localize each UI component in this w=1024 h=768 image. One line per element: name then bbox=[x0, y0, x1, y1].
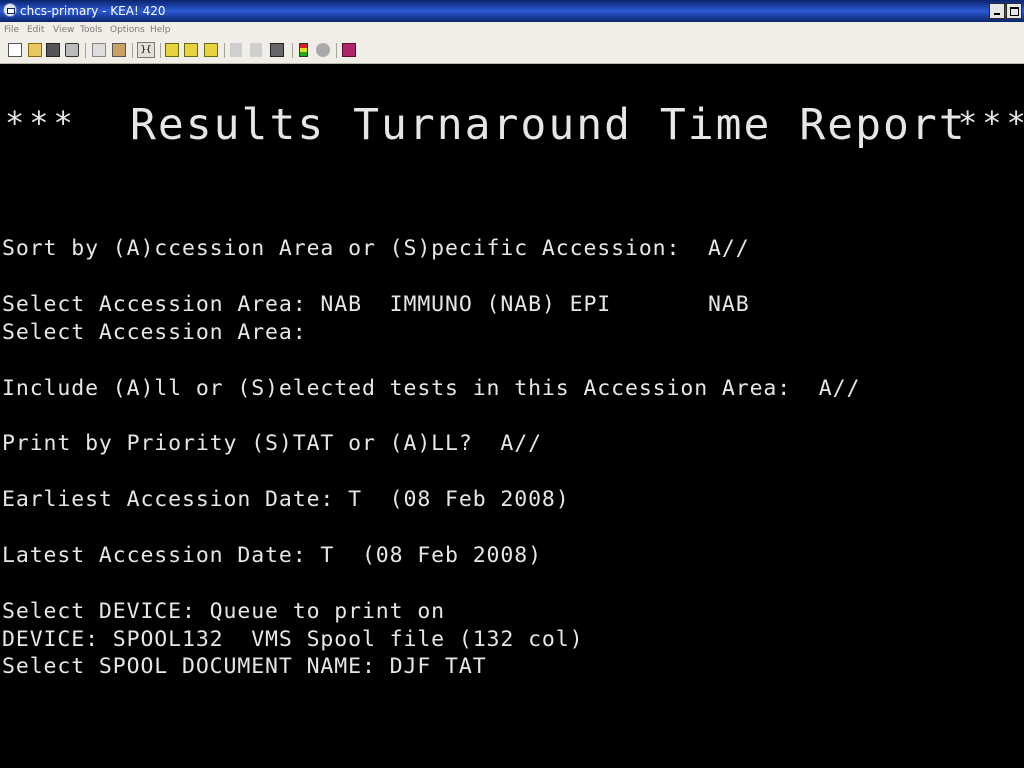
new-document-icon[interactable] bbox=[8, 43, 22, 57]
terminal-line-sort-by: Sort by (A)ccession Area or (S)pecific A… bbox=[2, 236, 750, 261]
menu-tools[interactable]: Tools bbox=[80, 25, 102, 35]
terminal-mode-button[interactable]: }{ bbox=[137, 42, 155, 58]
menu-options[interactable]: Options bbox=[110, 25, 145, 35]
title-bar: chcs-primary - KEA! 420 bbox=[0, 0, 1024, 22]
terminal-line-select-device: Select DEVICE: Queue to print on bbox=[2, 599, 446, 624]
banner-stars-right: *** bbox=[958, 104, 1024, 142]
toolbar-separator bbox=[85, 43, 86, 58]
terminal-line-spool-document: Select SPOOL DOCUMENT NAME: DJF TAT bbox=[2, 654, 487, 679]
font-size-icon[interactable] bbox=[230, 43, 242, 57]
toolbar: }{ bbox=[0, 38, 1024, 64]
keyboard-icon[interactable] bbox=[270, 43, 284, 57]
toolbar-separator bbox=[336, 43, 337, 58]
terminal-line-accession-area-prompt: Select Accession Area: bbox=[2, 320, 307, 345]
print-icon[interactable] bbox=[65, 43, 79, 57]
font-style-icon[interactable] bbox=[250, 43, 262, 57]
terminal-line-earliest-date: Earliest Accession Date: T (08 Feb 2008) bbox=[2, 487, 570, 512]
menu-edit[interactable]: Edit bbox=[27, 25, 44, 35]
toolbar-separator bbox=[292, 43, 293, 58]
terminal-line-latest-date: Latest Accession Date: T (08 Feb 2008) bbox=[2, 543, 542, 568]
disconnect-icon[interactable] bbox=[316, 43, 330, 57]
toolbar-separator bbox=[132, 43, 133, 58]
banner-stars-left: *** bbox=[5, 104, 78, 142]
folder-receive-icon[interactable] bbox=[204, 43, 218, 57]
folder-send-icon[interactable] bbox=[184, 43, 198, 57]
copy-icon[interactable] bbox=[92, 43, 106, 57]
menu-file[interactable]: File bbox=[4, 25, 19, 35]
maximize-button[interactable] bbox=[1006, 3, 1022, 19]
menu-view[interactable]: View bbox=[53, 25, 74, 35]
menu-help[interactable]: Help bbox=[150, 25, 171, 35]
minimize-button[interactable] bbox=[989, 3, 1005, 19]
window-title: chcs-primary - KEA! 420 bbox=[20, 4, 166, 18]
help-book-icon[interactable] bbox=[342, 43, 356, 57]
menu-bar: File Edit View Tools Options Help bbox=[0, 22, 1024, 39]
paste-icon[interactable] bbox=[112, 43, 126, 57]
folder-transfer-icon[interactable] bbox=[165, 43, 179, 57]
terminal-line-accession-area: Select Accession Area: NAB IMMUNO (NAB) … bbox=[2, 292, 750, 317]
app-icon[interactable] bbox=[3, 3, 17, 17]
terminal-line-device: DEVICE: SPOOL132 VMS Spool file (132 col… bbox=[2, 627, 584, 652]
toolbar-separator bbox=[224, 43, 225, 58]
toolbar-separator bbox=[160, 43, 161, 58]
traffic-light-icon[interactable] bbox=[299, 43, 308, 57]
save-icon[interactable] bbox=[46, 43, 60, 57]
terminal-line-priority: Print by Priority (S)TAT or (A)LL? A// bbox=[2, 431, 542, 456]
terminal-line-include-tests: Include (A)ll or (S)elected tests in thi… bbox=[2, 376, 861, 401]
terminal-screen[interactable]: *** Results Turnaround Time Report *** S… bbox=[0, 64, 1024, 768]
report-title: Results Turnaround Time Report bbox=[130, 100, 967, 150]
open-folder-icon[interactable] bbox=[28, 43, 42, 57]
